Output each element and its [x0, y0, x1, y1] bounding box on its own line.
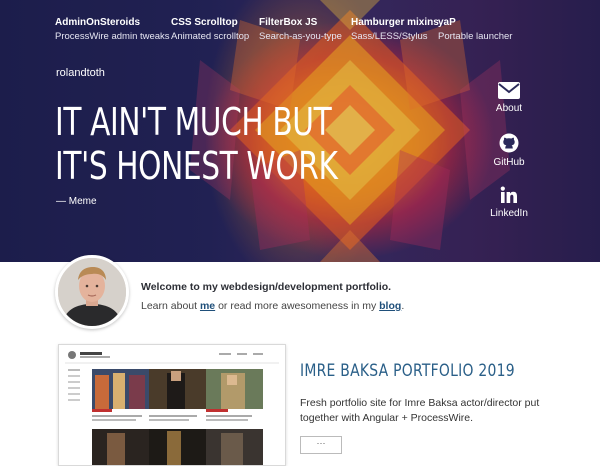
social-link-github[interactable]: GitHub — [484, 133, 534, 168]
top-project-nav: AdminOnSteroids ProcessWire admin tweaks… — [0, 16, 600, 46]
learn-middle: or read more awesomeness in my — [215, 300, 380, 312]
project-description: Fresh portfolio site for Imre Baksa acto… — [300, 397, 540, 424]
learn-suffix: . — [401, 300, 405, 312]
project-thumbnail[interactable] — [58, 344, 286, 466]
avatar — [55, 255, 129, 329]
envelope-icon — [498, 82, 520, 99]
intro-learn-text: Learn about me or read more awesomeness … — [141, 300, 404, 312]
social-link-about[interactable]: About — [484, 82, 534, 114]
project-screenshot-image — [59, 345, 285, 465]
social-link-label: About — [495, 103, 523, 114]
project-title[interactable]: IMRE BAKSA PORTFOLIO 2019 — [300, 361, 515, 381]
nav-item-hamburger-mixins[interactable]: Hamburger mixins Sass/LESS/Stylus — [351, 16, 439, 44]
nav-item-subtitle: Sass/LESS/Stylus — [351, 31, 428, 42]
social-link-label: LinkedIn — [490, 208, 528, 219]
more-button[interactable]: ··· — [300, 436, 342, 454]
nav-item-subtitle: ProcessWire admin tweaks — [55, 31, 170, 42]
nav-item-subtitle: Search-as-you-type — [259, 31, 342, 42]
github-icon — [499, 133, 519, 153]
avatar-portrait — [58, 258, 126, 326]
nav-item-adminonsteroids[interactable]: AdminOnSteroids ProcessWire admin tweaks — [55, 16, 170, 44]
blog-link[interactable]: blog — [379, 300, 401, 312]
nav-item-title: CSS Scrolltop — [171, 17, 238, 28]
nav-item-title: Hamburger mixins — [351, 17, 439, 28]
about-me-link[interactable]: me — [200, 300, 215, 312]
nav-item-filterbox-js[interactable]: FilterBox JS Search-as-you-type — [259, 16, 342, 44]
nav-item-title: FilterBox JS — [259, 17, 318, 28]
nav-item-css-scrolltop[interactable]: CSS Scrolltop Animated scrolltop — [171, 16, 249, 44]
site-username[interactable]: rolandtoth — [56, 67, 105, 79]
hero-banner: AdminOnSteroids ProcessWire admin tweaks… — [0, 0, 600, 262]
hero-quote: IT AIN'T MUCH BUT IT'S HONEST WORK — [55, 100, 338, 188]
nav-item-yap[interactable]: yaP Portable launcher — [438, 16, 512, 44]
nav-item-title: AdminOnSteroids — [55, 17, 141, 28]
social-link-label: GitHub — [493, 157, 525, 168]
hero-quote-author: — Meme — [56, 196, 97, 207]
linkedin-icon — [500, 186, 517, 203]
learn-prefix: Learn about — [141, 300, 200, 312]
welcome-text: Welcome to my webdesign/development port… — [141, 281, 392, 293]
nav-item-subtitle: Portable launcher — [438, 31, 513, 42]
social-link-linkedin[interactable]: LinkedIn — [484, 186, 534, 219]
nav-item-subtitle: Animated scrolltop — [171, 31, 250, 42]
nav-item-title: yaP — [438, 17, 456, 28]
